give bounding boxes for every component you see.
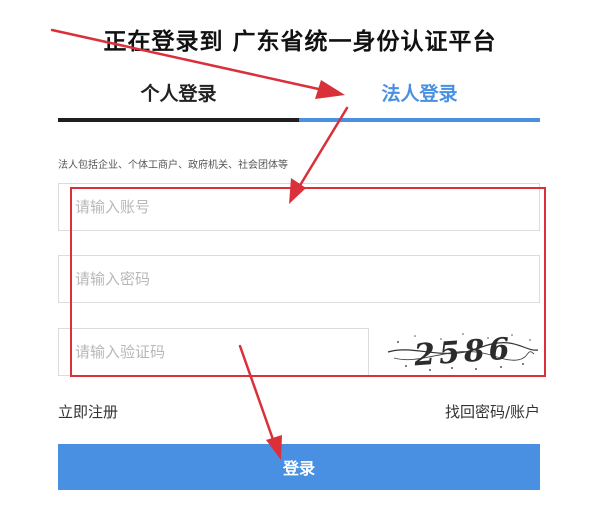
legal-person-hint: 法人包括企业、个体工商户、政府机关、社会团体等 <box>58 160 288 171</box>
captcha-image[interactable]: 2586 <box>384 322 540 380</box>
page-title: 正在登录到 广东省统一身份认证平台 <box>103 29 497 55</box>
tab-legal-person-login[interactable]: 法人登录 <box>299 74 540 122</box>
tab-personal-login[interactable]: 个人登录 <box>58 74 299 122</box>
recover-account-link[interactable]: 找回密码/账户 <box>445 401 540 422</box>
register-link[interactable]: 立即注册 <box>58 401 118 422</box>
captcha-input[interactable] <box>58 328 369 376</box>
captcha-text: 2586 <box>412 331 515 373</box>
account-input[interactable] <box>58 183 540 231</box>
password-input[interactable] <box>58 255 540 303</box>
login-type-tabs: 个人登录 法人登录 <box>58 74 540 122</box>
login-button[interactable]: 登录 <box>58 444 540 490</box>
